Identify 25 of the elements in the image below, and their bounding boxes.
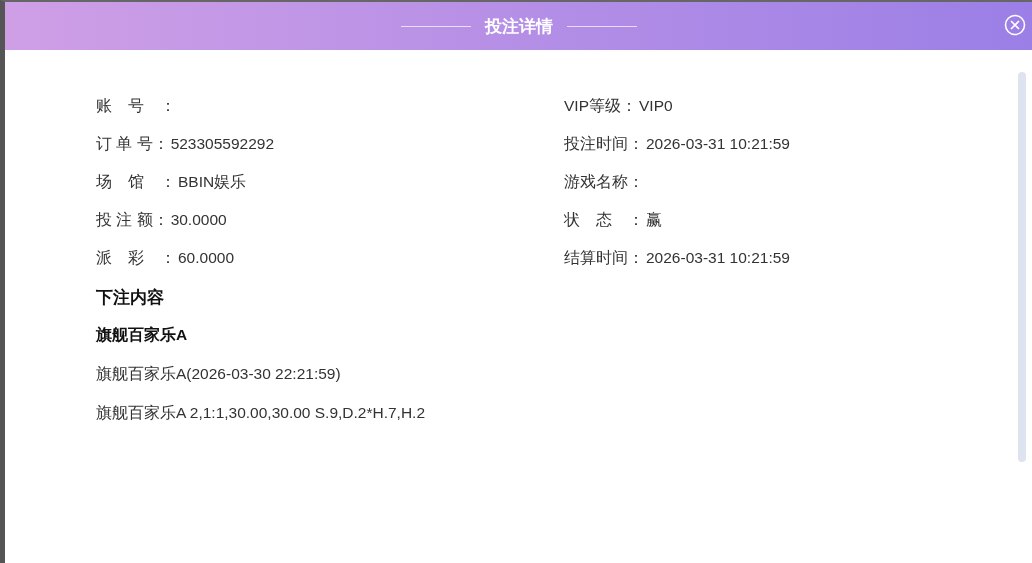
game-name: 旗舰百家乐A: [96, 325, 189, 345]
field-label: 投注时间：: [564, 134, 644, 154]
field-label: 游戏名称：: [564, 172, 644, 192]
field-label: 订 单 号：: [96, 134, 169, 154]
field-value: 2026-03-31 10:21:59: [646, 134, 790, 154]
dialog-title: 投注详情: [484, 15, 553, 38]
section-heading: 下注内容: [96, 287, 165, 309]
field-label: 投 注 额：: [96, 210, 169, 230]
field-label: 账 号 ：: [96, 96, 176, 116]
field-label: 派 彩 ：: [96, 248, 176, 268]
field-label: 场 馆 ：: [96, 172, 176, 192]
field-value: BBIN娱乐: [178, 172, 247, 192]
field-value: 60.0000: [178, 248, 235, 268]
field-label: VIP等级：: [564, 96, 637, 116]
field-value: 30.0000: [170, 210, 227, 230]
field-label: 状 态 ：: [564, 210, 644, 230]
field-value: 2026-03-31 10:21:59: [646, 248, 790, 268]
scrollbar[interactable]: [1018, 72, 1026, 462]
field-value: 523305592292: [170, 134, 275, 154]
close-icon[interactable]: [1004, 14, 1026, 36]
field-value: VIP0: [639, 96, 673, 116]
field-value: 赢: [646, 210, 662, 230]
bet-detail: 旗舰百家乐A(2026-03-30 22:21:59): [96, 364, 342, 384]
bet-detail: 旗舰百家乐A 2,1:1,30.00,30.00 S.9,D.2*H.7,H.2: [96, 403, 427, 423]
field-label: 结算时间：: [564, 248, 644, 268]
